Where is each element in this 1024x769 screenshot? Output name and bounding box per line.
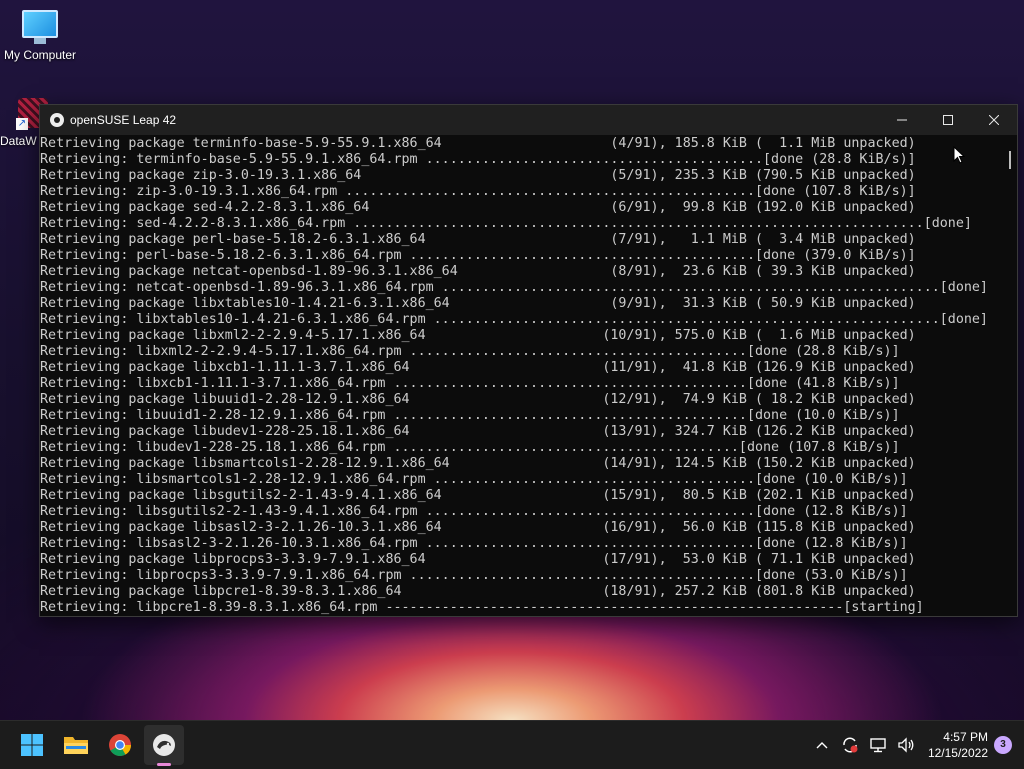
maximize-button[interactable] — [925, 105, 971, 135]
terminal-line: Retrieving: terminfo-base-5.9-55.9.1.x86… — [40, 152, 916, 167]
terminal-line: Retrieving package netcat-openbsd-1.89-9… — [40, 264, 916, 279]
terminal-line: Retrieving: libudev1-228-25.18.1.x86_64.… — [40, 440, 900, 455]
clock-time: 4:57 PM — [943, 730, 988, 744]
clock[interactable]: 4:57 PM 12/15/2022 — [928, 729, 988, 761]
minimize-button[interactable] — [879, 105, 925, 135]
terminal-line: Retrieving package libprocps3-3.3.9-7.9.… — [40, 552, 916, 567]
network-icon[interactable] — [868, 735, 888, 755]
sync-icon[interactable] — [840, 735, 860, 755]
active-app-indicator — [157, 763, 171, 766]
folder-icon — [64, 737, 88, 754]
desktop-icon-label: My Computer — [3, 48, 77, 62]
file-explorer-button[interactable] — [56, 725, 96, 765]
terminal-line: Retrieving: perl-base-5.18.2-6.3.1.x86_6… — [40, 248, 916, 263]
maximize-icon — [943, 115, 953, 125]
volume-icon[interactable] — [896, 735, 916, 755]
chrome-icon — [109, 734, 131, 756]
terminal-line: Retrieving: libuuid1-2.28-12.9.1.x86_64.… — [40, 408, 900, 423]
chevron-up-icon[interactable] — [812, 735, 832, 755]
terminal-window[interactable]: openSUSE Leap 42 Retrieving package term… — [39, 104, 1018, 617]
terminal-line: Retrieving: sed-4.2.2-8.3.1.x86_64.rpm .… — [40, 216, 972, 231]
clock-date: 12/15/2022 — [927, 746, 988, 760]
notification-badge[interactable]: 3 — [994, 736, 1012, 754]
terminal-line: Retrieving package libpcre1-8.39-8.3.1.x… — [40, 584, 916, 599]
terminal-line: Retrieving: libsgutils2-2-1.43-9.4.1.x86… — [40, 504, 908, 519]
window-title: openSUSE Leap 42 — [70, 113, 177, 127]
desktop-icon-dataw[interactable]: ↗ DataW — [0, 98, 48, 148]
terminal-line: Retrieving package libuuid1-2.28-12.9.1.… — [40, 392, 916, 407]
chrome-button[interactable] — [100, 725, 140, 765]
terminal-line: Retrieving: libxtables10-1.4.21-6.3.1.x8… — [40, 312, 988, 327]
terminal-line: Retrieving package libxml2-2-2.9.4-5.17.… — [40, 328, 916, 343]
terminal-line: Retrieving: libsasl2-3-2.1.26-10.3.1.x86… — [40, 536, 908, 551]
desktop-icon-label: DataW — [0, 134, 37, 148]
system-tray — [812, 721, 916, 769]
terminal-line: Retrieving package perl-base-5.18.2-6.3.… — [40, 232, 916, 247]
terminal-line: Retrieving package zip-3.0-19.3.1.x86_64… — [40, 168, 916, 183]
terminal-line: Retrieving package libudev1-228-25.18.1.… — [40, 424, 916, 439]
terminal-output-area[interactable]: Retrieving package terminfo-base-5.9-55.… — [40, 135, 1017, 616]
shortcut-arrow-icon: ↗ — [16, 118, 28, 130]
terminal-line: Retrieving package libsasl2-3-2.1.26-10.… — [40, 520, 916, 535]
windows-logo-icon — [21, 734, 43, 756]
terminal-line: Retrieving: libxml2-2-2.9.4-5.17.1.x86_6… — [40, 344, 900, 359]
start-button[interactable] — [12, 725, 52, 765]
computer-icon — [22, 10, 58, 44]
terminal-line: Retrieving package libxcb1-1.11.1-3.7.1.… — [40, 360, 916, 375]
window-titlebar[interactable]: openSUSE Leap 42 — [40, 105, 1017, 135]
opensuse-taskbar-button[interactable] — [144, 725, 184, 765]
opensuse-icon — [50, 113, 64, 127]
terminal-line: Retrieving package libxtables10-1.4.21-6… — [40, 296, 916, 311]
terminal-line: Retrieving: netcat-openbsd-1.89-96.3.1.x… — [40, 280, 988, 295]
scrollbar-thumb[interactable] — [1009, 151, 1011, 169]
terminal-line: Retrieving: libprocps3-3.3.9-7.9.1.x86_6… — [40, 568, 908, 583]
terminal-line: Retrieving package libsgutils2-2-1.43-9.… — [40, 488, 916, 503]
terminal-line: Retrieving: libpcre1-8.39-8.3.1.x86_64.r… — [40, 600, 924, 615]
terminal-output: Retrieving package terminfo-base-5.9-55.… — [40, 135, 1017, 616]
desktop-icon-my-computer[interactable]: My Computer — [0, 6, 80, 62]
taskbar: 4:57 PM 12/15/2022 3 — [0, 720, 1024, 769]
terminal-line: Retrieving package libsmartcols1-2.28-12… — [40, 456, 916, 471]
close-icon — [989, 115, 999, 125]
terminal-line: Retrieving: zip-3.0-19.3.1.x86_64.rpm ..… — [40, 184, 916, 199]
terminal-line: Retrieving: libsmartcols1-2.28-12.9.1.x8… — [40, 472, 908, 487]
mouse-cursor-icon — [953, 146, 965, 164]
opensuse-icon — [153, 734, 175, 756]
minimize-icon — [897, 119, 907, 121]
terminal-line: Retrieving package sed-4.2.2-8.3.1.x86_6… — [40, 200, 916, 215]
close-button[interactable] — [971, 105, 1017, 135]
terminal-line: Retrieving package terminfo-base-5.9-55.… — [40, 136, 916, 151]
terminal-line: Retrieving: libxcb1-1.11.1-3.7.1.x86_64.… — [40, 376, 900, 391]
